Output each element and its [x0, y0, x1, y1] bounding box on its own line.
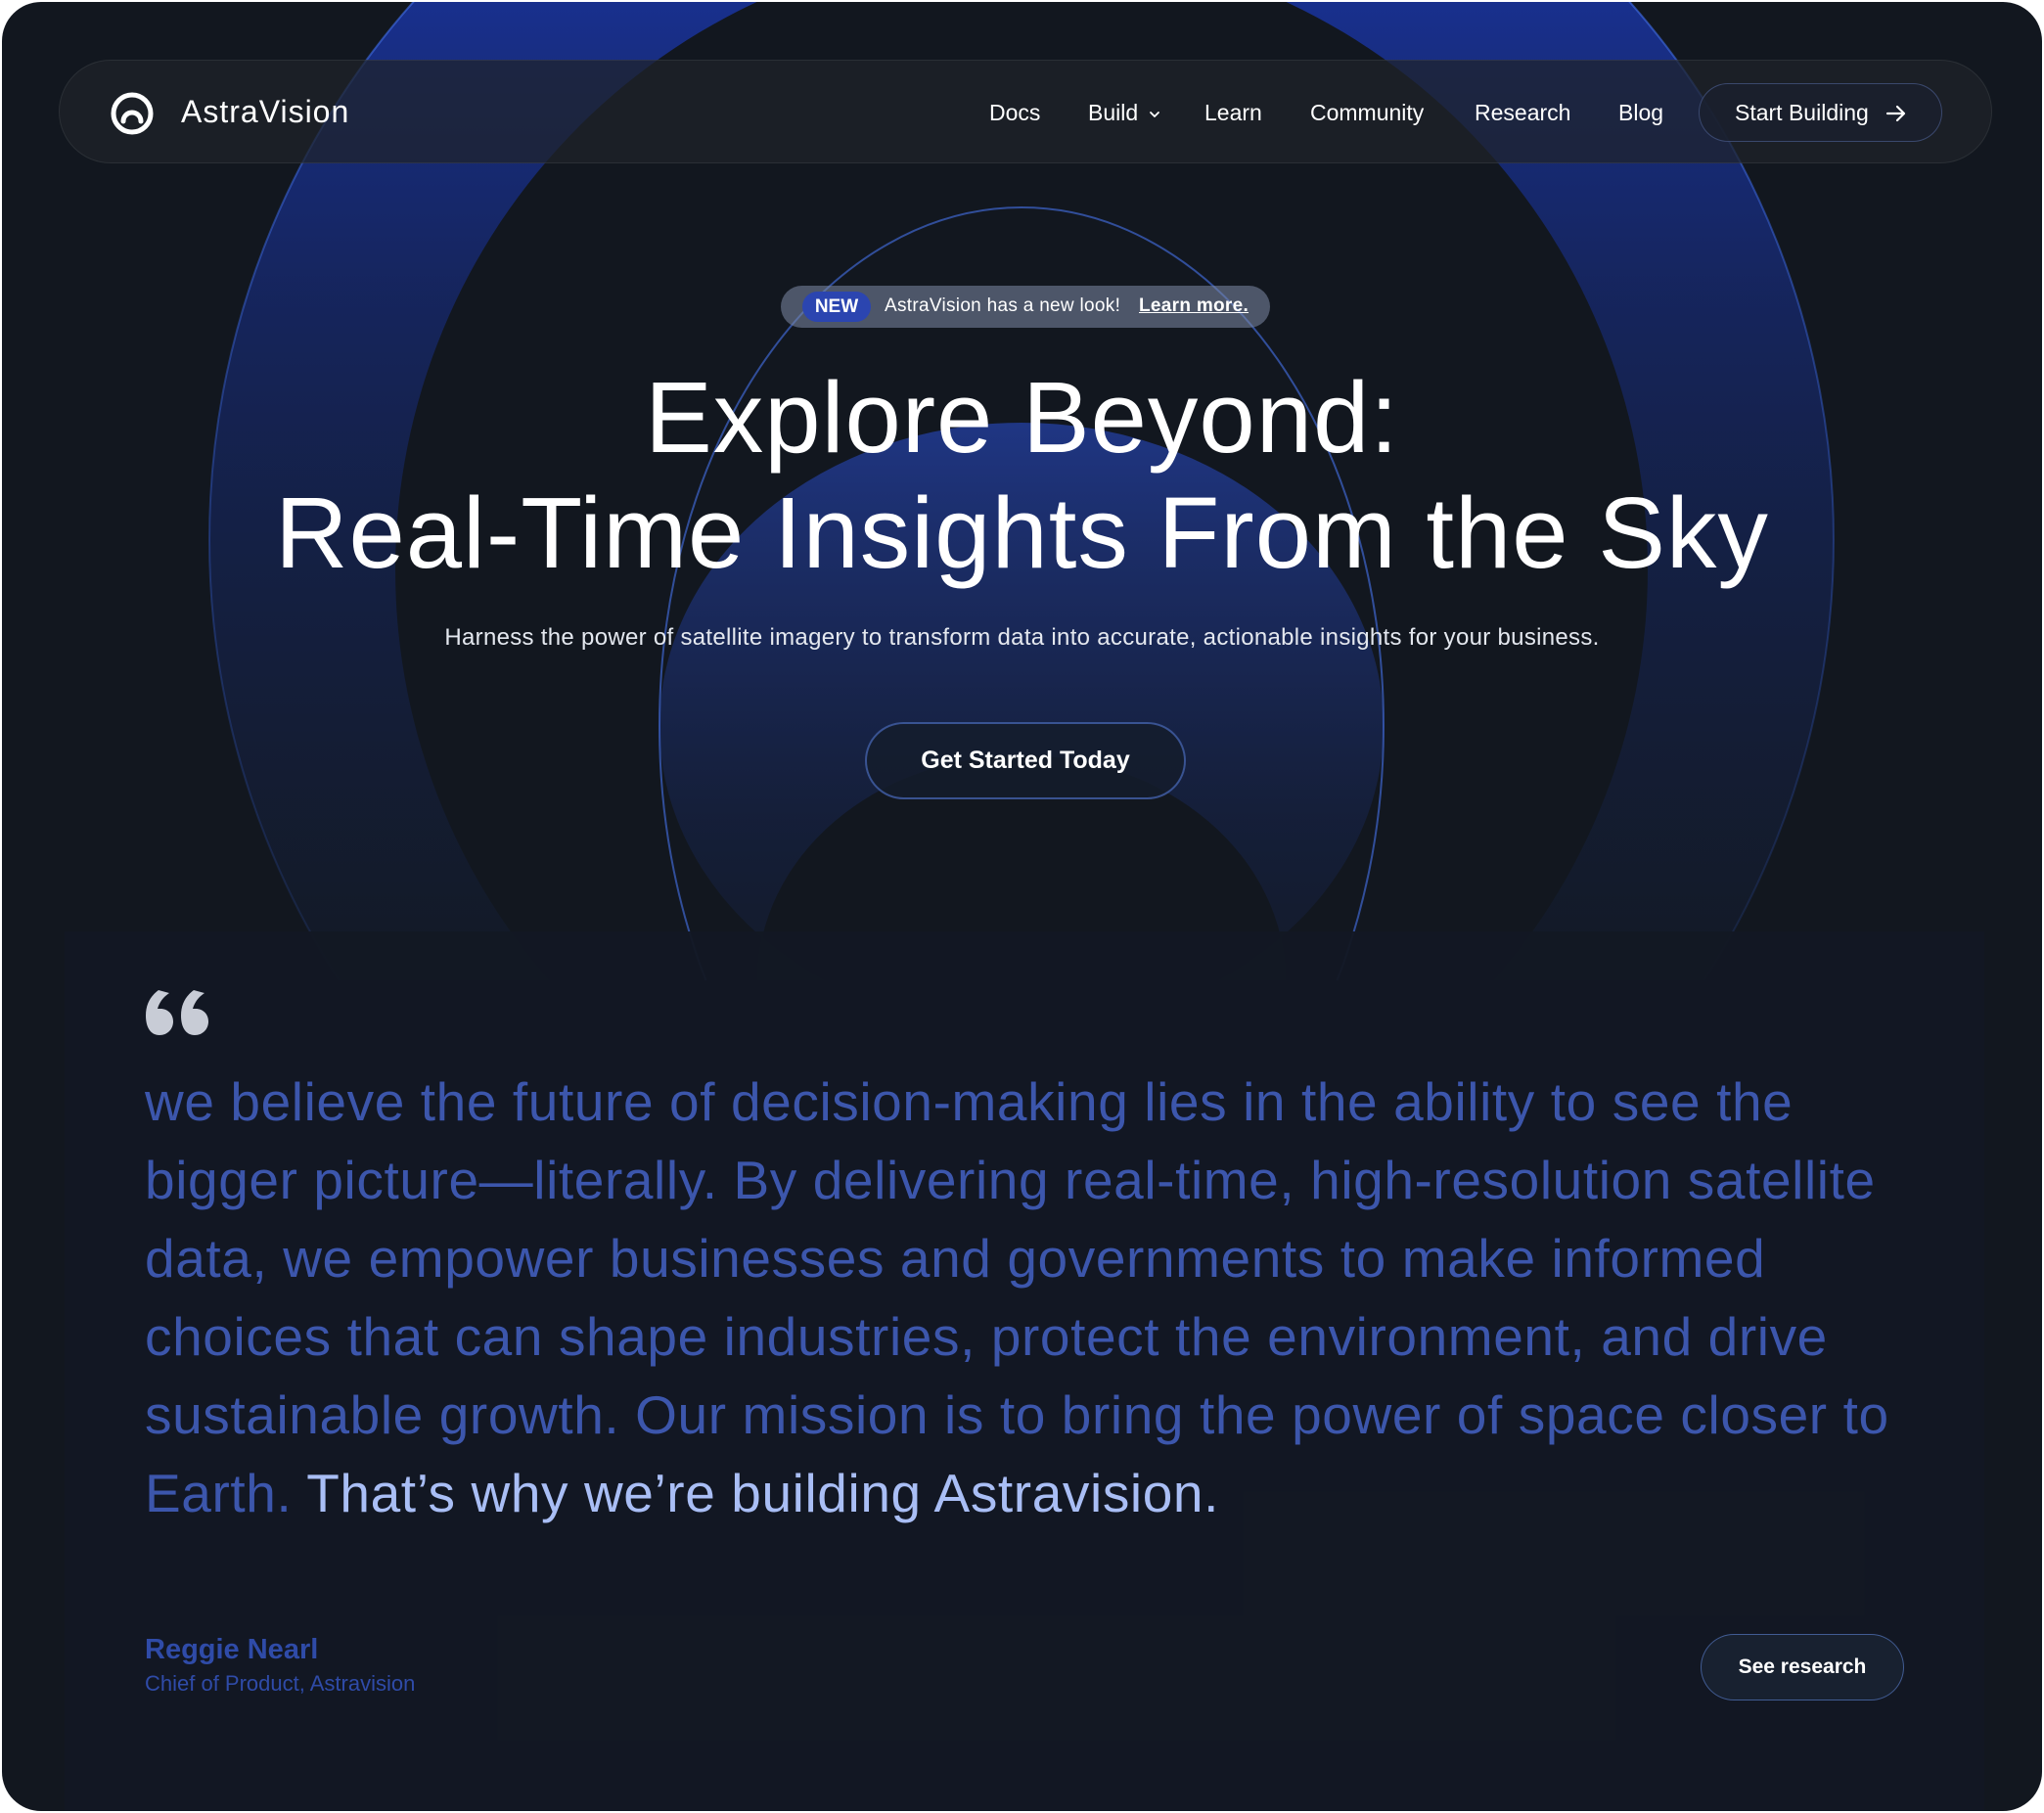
start-building-label: Start Building	[1735, 100, 1869, 125]
top-nav: AstraVision Docs Build Learn Community R…	[59, 60, 1992, 163]
quote-mark-icon	[146, 990, 208, 1035]
hero-subtitle: Harness the power of satellite imagery t…	[444, 624, 1600, 651]
quote-text: we believe the future of decision-making…	[145, 1071, 1889, 1523]
nav-item-blog[interactable]: Blog	[1618, 100, 1663, 126]
nav-item-research[interactable]: Research	[1475, 100, 1570, 126]
announcement-message: AstraVision has a new look!	[885, 295, 1121, 316]
page-frame: AstraVision Docs Build Learn Community R…	[2, 2, 2042, 1811]
start-building-button[interactable]: Start Building	[1699, 83, 1942, 142]
quote-highlight: That’s why we’re building Astravision.	[306, 1463, 1220, 1523]
ring-logo-icon[interactable]	[109, 90, 156, 137]
get-started-button[interactable]: Get Started Today	[865, 722, 1186, 799]
see-research-button[interactable]: See research	[1701, 1634, 1904, 1700]
author-role: Chief of Product, Astravision	[145, 1671, 416, 1696]
nav-item-build-label: Build	[1088, 100, 1139, 125]
nav-item-docs[interactable]: Docs	[989, 100, 1040, 126]
hero-title-line-2: Real-Time Insights From the Sky	[275, 476, 1769, 589]
new-badge: NEW	[802, 292, 871, 322]
chevron-down-icon	[1150, 112, 1159, 117]
nav-item-community[interactable]: Community	[1310, 100, 1424, 126]
brand-name[interactable]: AstraVision	[181, 94, 349, 130]
nav-item-build[interactable]: Build	[1088, 100, 1161, 126]
testimonial-quote: we believe the future of decision-making…	[145, 1063, 1926, 1532]
learn-more-link[interactable]: Learn more.	[1139, 295, 1249, 317]
nav-item-learn[interactable]: Learn	[1204, 100, 1262, 126]
testimonial-card: we believe the future of decision-making…	[65, 931, 1984, 1811]
author-name: Reggie Nearl	[145, 1634, 319, 1665]
hero-title-line-1: Explore Beyond:	[645, 361, 1399, 474]
announcement-pill: NEW AstraVision has a new look! Learn mo…	[781, 286, 1270, 328]
arrow-right-icon	[1885, 105, 1906, 122]
